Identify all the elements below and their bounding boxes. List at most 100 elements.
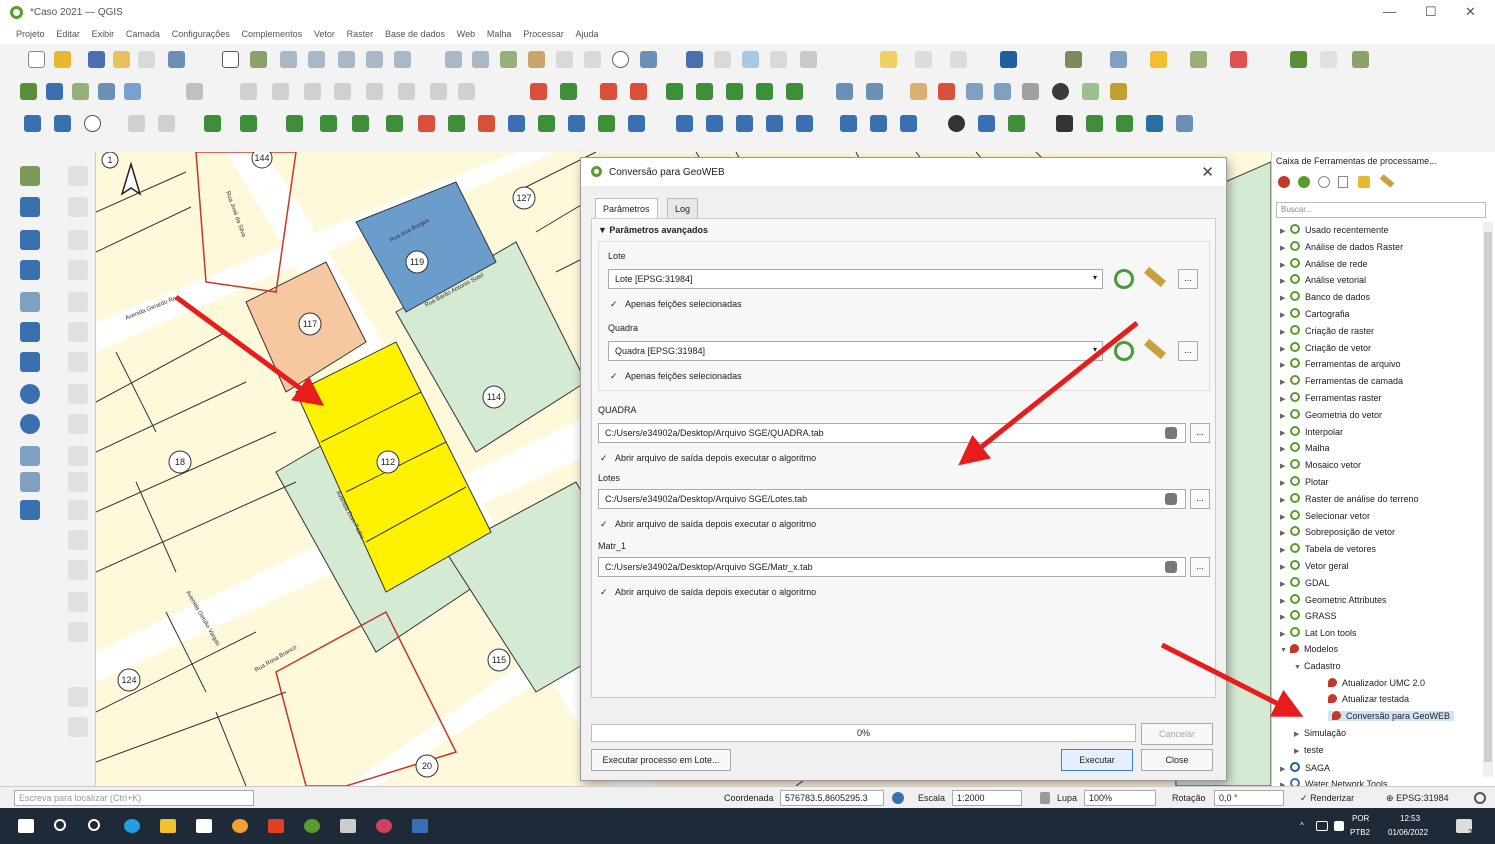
output-lotes-browse-button[interactable]: ... <box>1190 489 1210 509</box>
toggle-editing-icon[interactable] <box>46 83 63 100</box>
rotate-icon[interactable] <box>286 115 303 132</box>
graph-icon[interactable] <box>1086 115 1103 132</box>
collapsed-arrow-icon[interactable]: ▶ <box>1280 244 1290 252</box>
windows-start-icon[interactable] <box>18 819 34 833</box>
rotation-input[interactable]: 0,0 ° <box>1214 790 1284 806</box>
current-edits-icon[interactable] <box>20 83 37 100</box>
toolbox-icon[interactable] <box>742 51 759 68</box>
identify-tool-icon[interactable] <box>994 83 1011 100</box>
collapsed-arrow-icon[interactable]: ▶ <box>1280 597 1290 605</box>
open-quadra-output-checkbox[interactable]: ✓ Abrir arquivo de saída depois executar … <box>600 453 816 463</box>
settings-icon[interactable] <box>1110 83 1127 100</box>
iterate-icon[interactable] <box>1114 269 1134 289</box>
collapsed-arrow-icon[interactable]: ▶ <box>1280 378 1290 386</box>
dialog-close-icon[interactable]: ✕ <box>1201 163 1214 181</box>
merge-attributes-icon[interactable] <box>568 115 585 132</box>
maximize-button[interactable]: ☐ <box>1425 4 1437 20</box>
collapsed-arrow-icon[interactable]: ▶ <box>1280 479 1290 487</box>
collapsed-arrow-icon[interactable]: ▶ <box>1280 462 1290 470</box>
split-parts-icon[interactable] <box>508 115 525 132</box>
office-icon[interactable] <box>268 819 284 833</box>
add-wfs-icon[interactable] <box>20 414 40 434</box>
task-view-icon[interactable] <box>88 819 100 831</box>
collapsed-arrow-icon[interactable]: ▶ <box>1280 361 1290 369</box>
search-icon[interactable] <box>54 819 66 831</box>
collapsed-arrow-icon[interactable]: ▶ <box>1280 613 1290 621</box>
report-icon[interactable] <box>900 115 917 132</box>
field-calculator-icon[interactable] <box>1230 51 1247 68</box>
offset-curve-icon[interactable] <box>706 115 723 132</box>
toolbox-model-item[interactable]: Atualizador UMC 2.0 <box>1328 677 1425 688</box>
attribute-form-icon[interactable] <box>766 115 783 132</box>
toolbox-group-item[interactable]: ▶ Análise de rede <box>1280 257 1368 269</box>
fill-ring-icon[interactable] <box>448 115 465 132</box>
toolbox-group-item[interactable]: ▶ Ferramentas raster <box>1280 392 1382 403</box>
change-label-icon[interactable] <box>696 83 713 100</box>
language-indicator[interactable]: POR <box>1352 814 1369 823</box>
trim-extend-icon[interactable] <box>628 115 645 132</box>
toolbox-subgroup-cadastro[interactable]: ▼ Cadastro <box>1294 661 1341 671</box>
select-by-location-icon[interactable] <box>1190 51 1207 68</box>
toolbox-group-item[interactable]: ▶ Geometric Attributes <box>1280 593 1387 605</box>
app-icon[interactable] <box>412 819 428 833</box>
python-console-icon[interactable] <box>1000 51 1017 68</box>
reshape-icon[interactable] <box>538 115 555 132</box>
menu-exibir[interactable]: Exibir <box>92 26 115 39</box>
render-checkbox[interactable]: ✓ Renderizar <box>1300 793 1354 804</box>
minimize-button[interactable]: — <box>1383 4 1396 19</box>
show-label-icon[interactable] <box>726 83 743 100</box>
move-feature-icon[interactable] <box>272 83 289 100</box>
options-icon[interactable] <box>1358 176 1370 188</box>
lock-icon[interactable] <box>1040 792 1050 804</box>
clear-icon[interactable] <box>1165 427 1177 439</box>
open-lotes-output-checkbox[interactable]: ✓ Abrir arquivo de saída depois executar … <box>600 519 816 529</box>
new-layer-icon[interactable] <box>72 83 89 100</box>
statistics-icon[interactable] <box>770 51 787 68</box>
zoom-out-icon[interactable] <box>308 51 325 68</box>
expanded-arrow-icon[interactable]: ▼ <box>1280 647 1290 654</box>
collapsed-arrow-icon[interactable]: ▶ <box>1294 730 1304 738</box>
toolbox-scrollbar[interactable] <box>1483 222 1493 777</box>
zoom-layer-icon[interactable] <box>394 51 411 68</box>
collapsed-arrow-icon[interactable]: ▶ <box>1280 345 1290 353</box>
toolbox-group-item[interactable]: ▶ Ferramentas de camada <box>1280 375 1403 386</box>
move-label-icon[interactable] <box>630 83 647 100</box>
collapsed-arrow-icon[interactable]: ▶ <box>1280 311 1290 319</box>
toolbox-group-item[interactable]: ▶ Criação de vetor <box>1280 341 1371 353</box>
select-features-icon[interactable] <box>880 51 897 68</box>
menu-processar[interactable]: Processar <box>523 26 564 39</box>
georeferencer-icon[interactable] <box>1290 51 1307 68</box>
digitize-icon[interactable] <box>98 83 115 100</box>
quadra-browse-button[interactable]: ... <box>1178 341 1198 361</box>
merge-icon[interactable] <box>240 115 257 132</box>
copy-features-icon[interactable] <box>366 83 383 100</box>
network-tray-icon[interactable] <box>1316 821 1328 831</box>
collapsed-arrow-icon[interactable]: ▶ <box>1280 563 1290 571</box>
quadra-selected-only-checkbox[interactable]: ✓ Apenas feições selecionadas <box>610 371 742 381</box>
paste-features-icon[interactable] <box>398 83 415 100</box>
spatial-bookmark-icon[interactable] <box>556 51 573 68</box>
diagram-icon[interactable] <box>756 83 773 100</box>
new-map-view-icon[interactable] <box>500 51 517 68</box>
toolbox-group-item[interactable]: ▶ Geometria do vetor <box>1280 408 1382 420</box>
add-vector-layer-icon[interactable] <box>20 166 40 186</box>
toolbox-group-item[interactable]: ▶ Criação de raster <box>1280 324 1374 336</box>
toolbox-group-item[interactable]: ▶ Interpolar <box>1280 425 1343 437</box>
toolbox-model-item[interactable]: Conversão para GeoWEB <box>1328 711 1455 722</box>
snapping-icon[interactable] <box>128 115 145 132</box>
grid-icon[interactable] <box>1022 83 1039 100</box>
menu-camada[interactable]: Camada <box>126 26 160 39</box>
toolbox-group-item[interactable]: ▶ Tabela de vetores <box>1280 543 1376 554</box>
clock-date[interactable]: 01/06/2022 <box>1388 828 1428 837</box>
fill-tool-icon[interactable] <box>840 115 857 132</box>
chrome-icon[interactable] <box>232 819 248 833</box>
add-feature-icon[interactable] <box>240 83 257 100</box>
text-tool-icon[interactable] <box>418 115 435 132</box>
plugin-icon[interactable] <box>1065 51 1082 68</box>
lote-layer-select[interactable]: Lote [EPSG:31984] ▾ <box>608 269 1103 289</box>
add-arcgis-icon[interactable] <box>20 472 40 492</box>
collapsed-arrow-icon[interactable]: ▶ <box>1280 513 1290 521</box>
compass-icon[interactable] <box>84 115 101 132</box>
reverse-line-icon[interactable] <box>598 115 615 132</box>
clock-time[interactable]: 12:53 <box>1400 814 1420 823</box>
